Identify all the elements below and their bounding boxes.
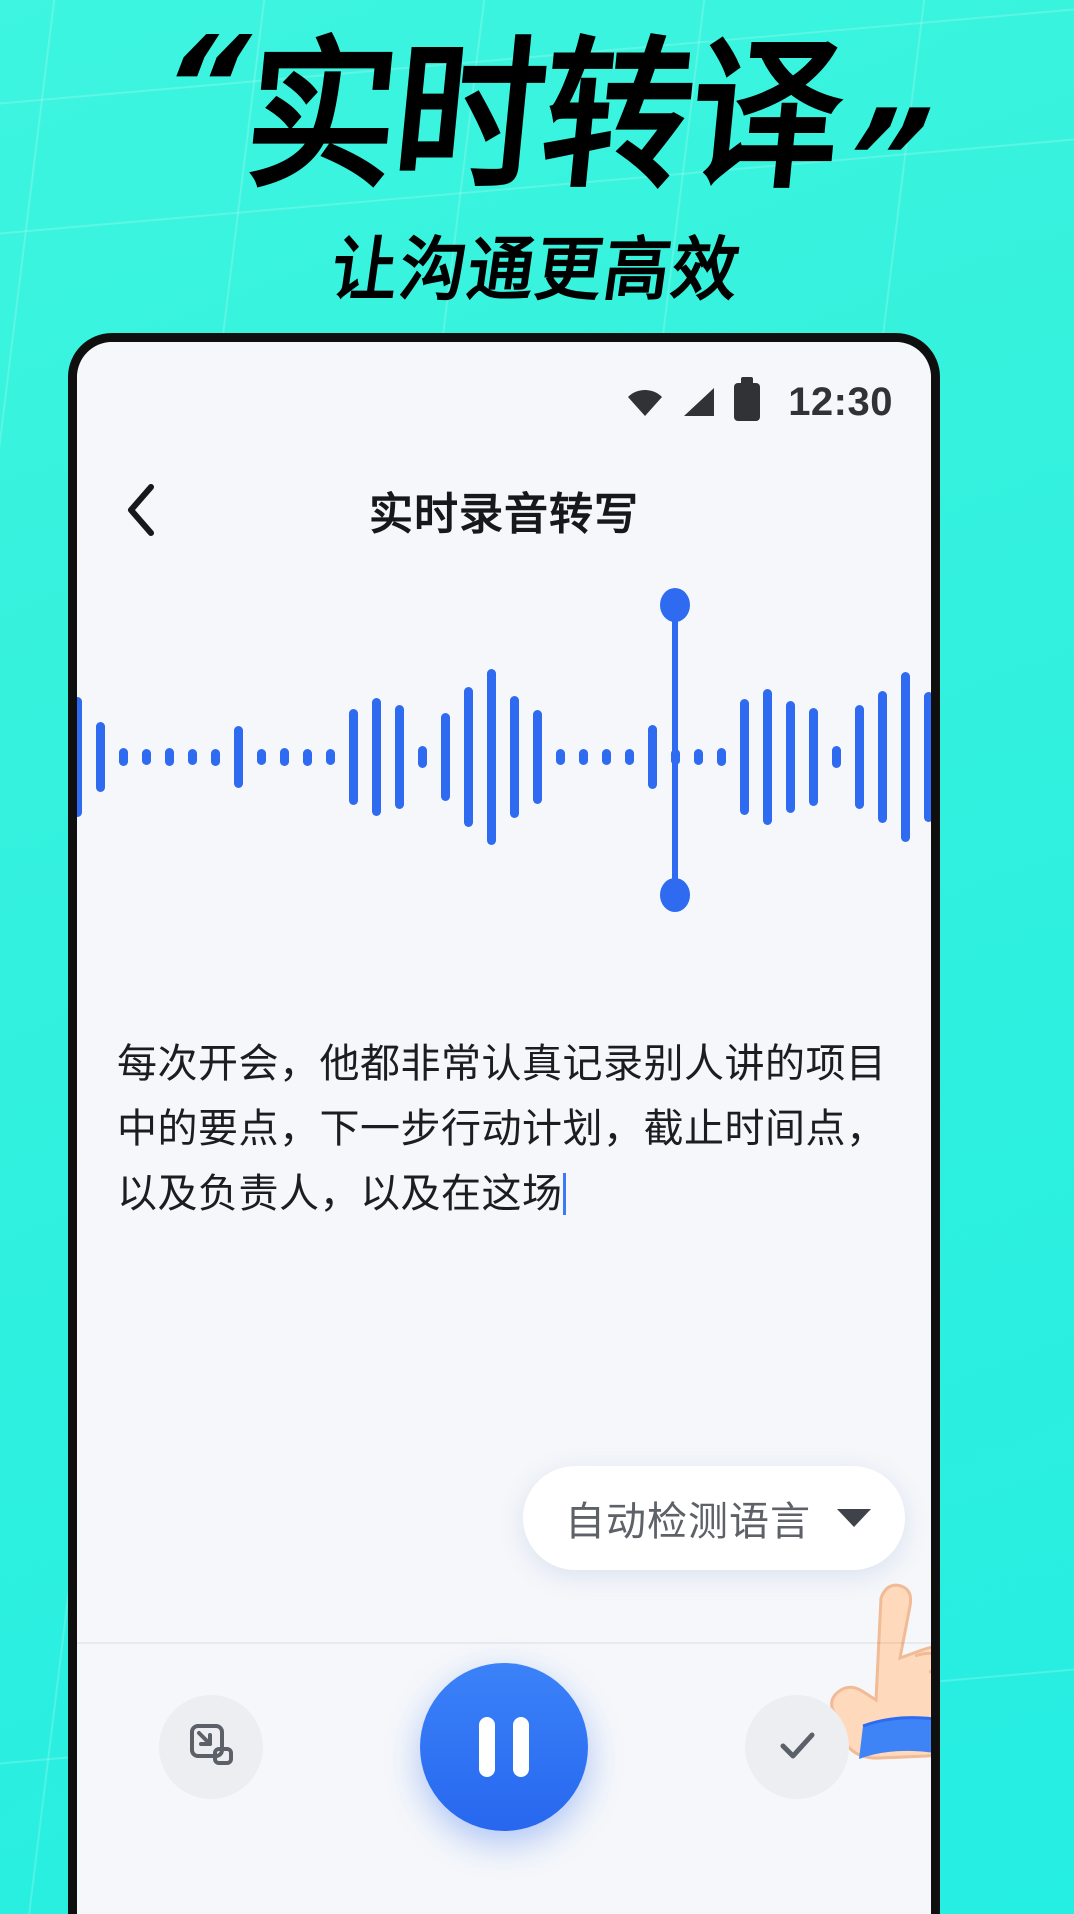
waveform-bar [740, 699, 749, 815]
back-button[interactable] [93, 462, 189, 558]
battery-full-icon [734, 377, 761, 421]
waveform-bar [487, 669, 496, 845]
wifi-icon [626, 387, 664, 417]
waveform-bar [326, 749, 335, 765]
waveform-bar [188, 749, 197, 765]
waveform-bar [809, 708, 818, 806]
waveform-bar [280, 748, 289, 766]
confirm-button[interactable] [745, 1695, 849, 1799]
waveform-bar [855, 705, 864, 809]
waveform-bar [303, 748, 312, 766]
waveform-bar [510, 696, 519, 818]
waveform-bar [901, 672, 910, 842]
waveform-bar [464, 687, 473, 827]
transcript-textarea[interactable]: 每次开会，他都非常认真记录别人讲的项目中的要点，下一步行动计划，截止时间点，以及… [117, 1032, 897, 1226]
waveform-bar [441, 713, 450, 801]
pause-icon [479, 1717, 529, 1777]
waveform-bar [119, 748, 128, 766]
waveform-bar [717, 748, 726, 766]
phone-mockup: 12:30 实时录音转写 每次开会，他都非常认真记录别人讲的项目中的要点，下一步… [68, 333, 940, 1914]
waveform-bar [556, 749, 565, 765]
waveform-bar [579, 749, 588, 765]
cellular-signal-icon [682, 386, 716, 418]
waveform-bar [257, 749, 266, 765]
playhead-knob-top[interactable] [660, 588, 690, 622]
waveform-bar [77, 697, 82, 817]
waveform-bar [602, 749, 611, 765]
playback-controls [77, 1657, 931, 1837]
waveform-bar [372, 698, 381, 816]
waveform-bar [234, 726, 243, 788]
waveform-bar [625, 749, 634, 765]
waveform-bar [878, 691, 887, 823]
waveform-bar [395, 705, 404, 809]
hero-subtitle: 让沟通更高效 [326, 229, 746, 311]
transcript-text: 每次开会，他都非常认真记录别人讲的项目中的要点，下一步行动计划，截止时间点，以及… [117, 1042, 887, 1216]
hero-title: “实时转译” [0, 7, 1074, 239]
picture-in-picture-icon [185, 1719, 237, 1776]
playhead-knob-bottom[interactable] [660, 878, 690, 912]
picture-in-picture-button[interactable] [159, 1695, 263, 1799]
bottom-divider [77, 1642, 931, 1644]
waveform-bar [142, 749, 151, 765]
waveform-bar [418, 746, 427, 768]
language-selector[interactable]: 自动检测语言 [523, 1466, 905, 1570]
hero-banner: “实时转译” 让沟通更高效 [0, 0, 1074, 335]
status-bar-time: 12:30 [788, 379, 893, 424]
page-title: 实时录音转写 [369, 490, 639, 539]
language-selector-label: 自动检测语言 [565, 1500, 811, 1544]
waveform-bar [211, 748, 220, 766]
waveform-bar [832, 746, 841, 768]
check-icon [770, 1718, 824, 1777]
open-quote-mark: “ [144, 6, 247, 166]
phone-screen: 12:30 实时录音转写 每次开会，他都非常认真记录别人讲的项目中的要点，下一步… [77, 342, 931, 1914]
waveform-bar [694, 749, 703, 765]
waveform-bar [924, 692, 931, 822]
pause-button[interactable] [420, 1663, 588, 1831]
text-caret [562, 1172, 566, 1215]
waveform-bar [763, 689, 772, 825]
waveform-bar [349, 709, 358, 805]
waveform-bar [165, 748, 174, 766]
waveform-area[interactable] [77, 588, 931, 922]
playhead-handle[interactable] [660, 588, 690, 912]
app-bar: 实时录音转写 [77, 460, 931, 560]
waveform-bars [77, 592, 931, 922]
chevron-down-icon [837, 1509, 871, 1527]
close-quote-mark: ” [827, 80, 930, 240]
hero-title-text: 实时转译 [237, 23, 849, 211]
back-chevron-icon [124, 483, 158, 537]
waveform-bar [96, 722, 105, 792]
waveform-bar [786, 701, 795, 813]
waveform-bar [648, 725, 657, 789]
status-bar: 12:30 [77, 342, 931, 462]
waveform-bar [533, 710, 542, 804]
